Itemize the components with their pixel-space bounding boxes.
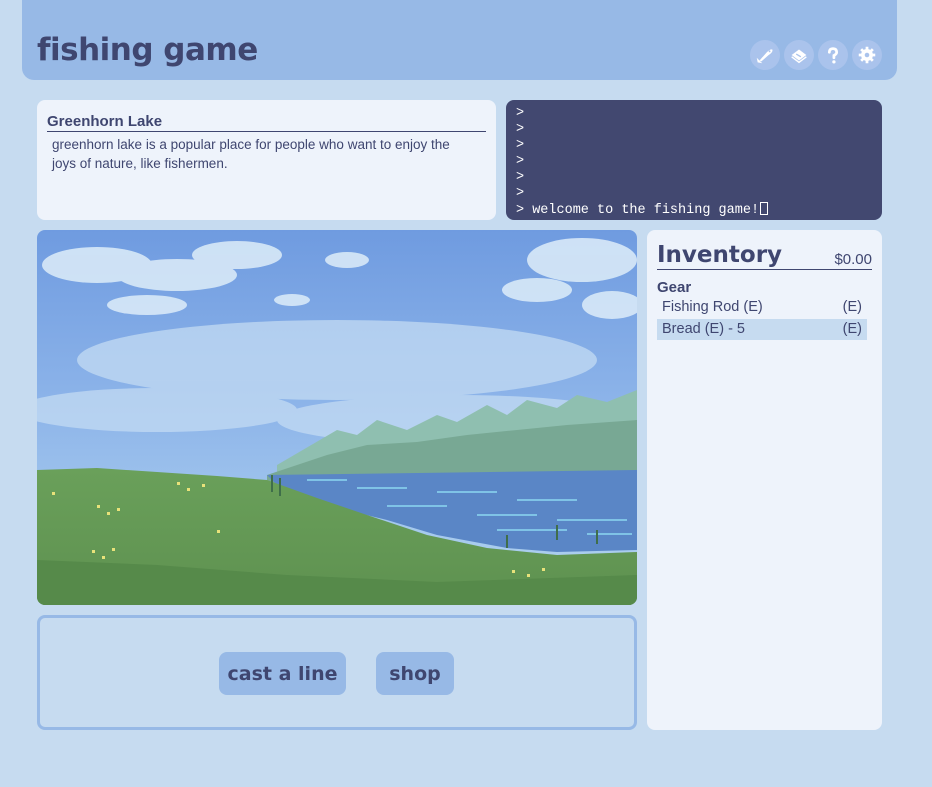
header-icons xyxy=(750,40,882,70)
inventory-item-bread[interactable]: Bread (E) - 5 (E) xyxy=(657,319,867,340)
help-icon[interactable] xyxy=(818,40,848,70)
console-line: > xyxy=(516,138,525,153)
message-console: > > > > > > > welcome to the fishing gam… xyxy=(506,100,882,220)
shop-button[interactable]: shop xyxy=(376,652,454,695)
console-cursor xyxy=(760,202,769,215)
fish-icon[interactable] xyxy=(750,40,780,70)
console-message: > welcome to the fishing game! xyxy=(516,203,760,218)
item-equipped-tag: (E) xyxy=(842,299,862,315)
inventory-panel: Inventory $0.00 Gear Fishing Rod (E) (E)… xyxy=(647,230,882,730)
action-panel: cast a line shop xyxy=(37,615,637,730)
inventory-title: Inventory xyxy=(657,242,783,268)
inventory-item-fishing-rod[interactable]: Fishing Rod (E) (E) xyxy=(657,297,867,318)
inventory-header: Inventory $0.00 xyxy=(657,242,872,270)
item-equipped-tag: (E) xyxy=(842,321,862,337)
item-name: Bread (E) - 5 xyxy=(662,321,745,337)
money-display: $0.00 xyxy=(834,251,872,268)
console-line: > xyxy=(516,186,525,201)
console-line: > xyxy=(516,122,525,137)
header-bar: fishing game xyxy=(22,0,897,80)
settings-icon[interactable] xyxy=(852,40,882,70)
item-name: Fishing Rod (E) xyxy=(662,299,763,315)
console-line: > xyxy=(516,106,525,121)
console-line: > xyxy=(516,170,525,185)
lake-scene-image xyxy=(37,230,637,605)
page-title: fishing game xyxy=(37,32,258,68)
location-panel: Greenhorn Lake greenhorn lake is a popul… xyxy=(37,100,496,220)
console-line-last: > welcome to the fishing game! xyxy=(516,202,872,218)
book-icon[interactable] xyxy=(784,40,814,70)
location-name: Greenhorn Lake xyxy=(47,113,486,132)
location-description: greenhorn lake is a popular place for pe… xyxy=(52,137,450,171)
gear-section-title: Gear xyxy=(657,279,692,296)
cast-line-button[interactable]: cast a line xyxy=(219,652,346,695)
console-line: > xyxy=(516,154,525,169)
